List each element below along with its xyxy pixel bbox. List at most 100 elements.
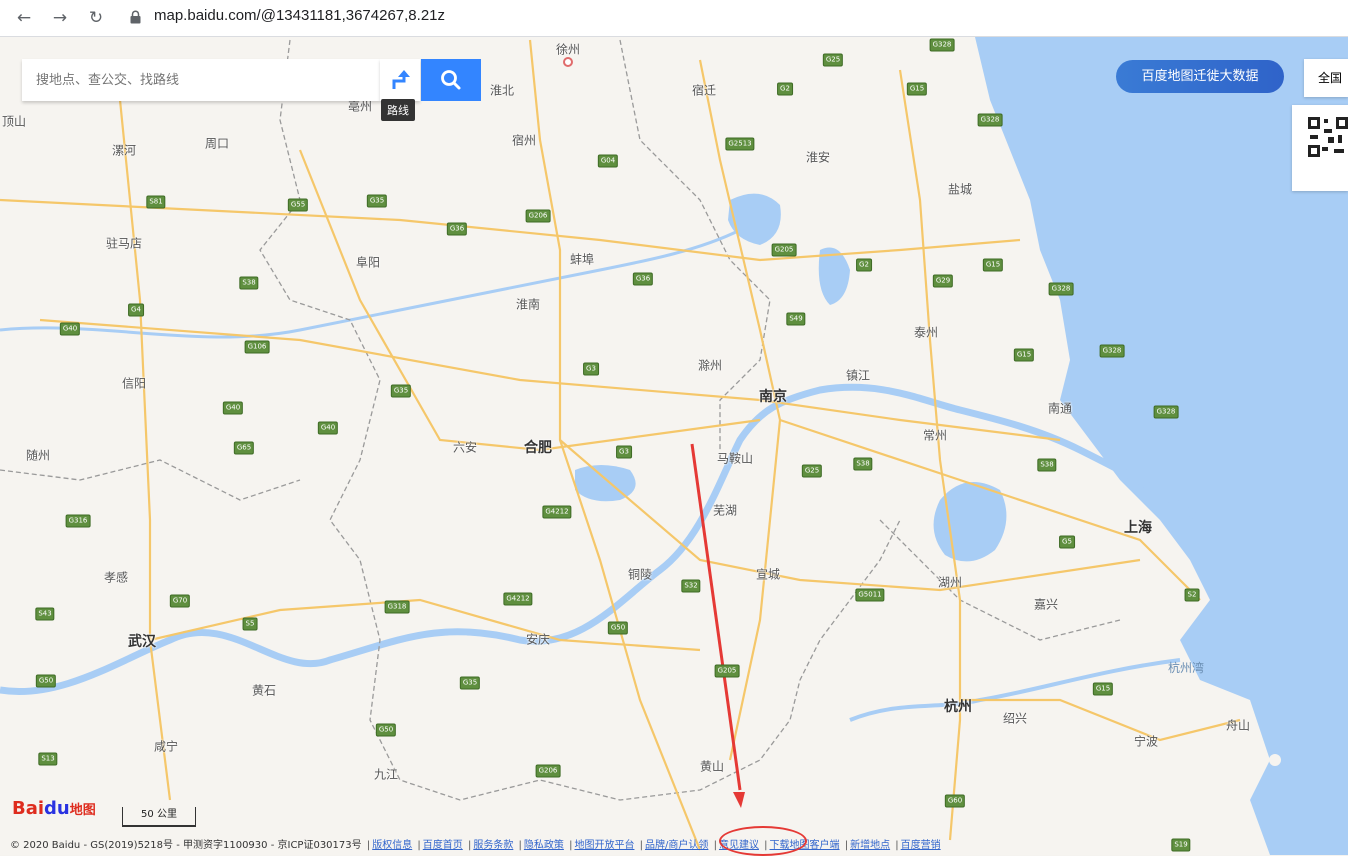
footer-link-baidu-home[interactable]: 百度首页 [423,840,463,851]
city-label[interactable]: 安庆 [526,631,550,648]
footer-link-copyright[interactable]: 版权信息 [372,840,412,851]
city-label[interactable]: 铜陵 [628,566,652,583]
highway-shield: S13 [38,752,58,766]
sea-label: 杭州湾 [1168,661,1205,675]
route-button[interactable] [380,59,420,101]
city-label[interactable]: 常州 [923,427,947,444]
highway-shield: G316 [65,514,91,528]
city-label[interactable]: 宿迁 [692,82,716,99]
city-label[interactable]: 盐城 [948,181,972,198]
city-label[interactable]: 咸宁 [154,738,178,755]
city-label[interactable]: 嘉兴 [1034,596,1058,613]
city-label[interactable]: 镇江 [846,367,870,384]
city-label[interactable]: 合肥 [524,437,552,457]
reload-icon[interactable]: ↻ [84,6,108,30]
highway-shield: G318 [384,600,410,614]
city-label[interactable]: 舟山 [1226,717,1250,734]
highway-shield: G15 [1092,682,1114,696]
highway-shield: S19 [1171,838,1191,852]
back-arrow-icon[interactable]: ← [12,6,36,30]
city-label[interactable]: 驻马店 [106,235,142,252]
highway-shield: G04 [597,154,619,168]
city-label[interactable]: 杭州 [944,696,972,716]
highway-shield: G50 [35,674,57,688]
address-bar[interactable]: map.baidu.com/@13431181,3674267,8.21z [154,7,445,24]
map-scale: 50 公里 [122,807,196,827]
copyright-text: © 2020 Baidu - GS(2019)5218号 - 甲测资字11009… [10,840,362,851]
city-label[interactable]: 九江 [374,766,398,783]
city-label[interactable]: 漯河 [112,142,136,159]
city-label[interactable]: 马鞍山 [717,450,753,467]
city-label[interactable]: 南京 [759,386,787,406]
city-label[interactable]: 湖州 [938,574,962,591]
city-label[interactable]: 黄山 [700,758,724,775]
city-label[interactable]: 孝感 [104,569,128,586]
city-label[interactable]: 顶山 [2,113,26,130]
search-button[interactable] [421,59,481,101]
city-label[interactable]: 阜阳 [356,254,380,271]
city-label[interactable]: 上海 [1124,517,1152,537]
highway-shield: G35 [459,676,481,690]
city-label[interactable]: 周口 [205,135,229,152]
highway-shield: G35 [390,384,412,398]
city-label[interactable]: 蚌埠 [570,251,594,268]
city-label[interactable]: 黄石 [252,682,276,699]
footer-link-merchant-claim[interactable]: 品牌/商户认领 [645,840,708,851]
city-label[interactable]: 芜湖 [713,502,737,519]
highway-shield: G4212 [503,592,533,606]
city-label[interactable]: 南通 [1048,400,1072,417]
footer-link-add-place[interactable]: 新增地点 [850,840,890,851]
highway-shield: G206 [535,764,561,778]
highway-shield: G35 [366,194,388,208]
qr-code-icon [1308,117,1348,157]
forward-arrow-icon[interactable]: → [48,6,72,30]
city-label[interactable]: 淮安 [806,149,830,166]
highway-shield: G328 [929,38,955,52]
city-label[interactable]: 随州 [26,447,50,464]
migration-bigdata-button[interactable]: 百度地图迁徙大数据 [1116,60,1284,93]
highway-shield: S38 [239,276,259,290]
map-canvas[interactable]: 徐州 宿迁 淮北 亳州 宿州 淮安 盐城 漯河 周口 驻马店 阜阳 蚌埠 淮南 … [0,37,1348,855]
highway-shield: G25 [801,464,823,478]
highway-shield: G15 [1013,348,1035,362]
highway-shield: G36 [446,222,468,236]
city-label[interactable]: 武汉 [128,631,156,651]
footer-link-privacy[interactable]: 隐私政策 [524,840,564,851]
logo-du: du [44,798,70,819]
qr-code-panel[interactable] [1292,105,1348,191]
city-label[interactable]: 六安 [453,439,477,456]
city-label[interactable]: 淮南 [516,296,540,313]
logo-ditu: 地图 [69,803,96,818]
city-label[interactable]: 信阳 [122,375,146,392]
highway-shield: G3 [616,445,632,459]
footer-link-terms[interactable]: 服务条款 [473,840,513,851]
highway-shield: G328 [1153,405,1179,419]
highway-shield: G4 [128,303,144,317]
city-label[interactable]: 淮北 [490,82,514,99]
city-label[interactable]: 绍兴 [1003,710,1027,727]
highway-shield: G205 [771,243,797,257]
highway-shield: G70 [169,594,191,608]
footer-link-open-platform[interactable]: 地图开放平台 [574,840,634,851]
search-input[interactable] [34,59,368,101]
city-label[interactable]: 徐州 [556,41,580,58]
region-selector[interactable]: 全国 [1304,59,1348,97]
city-label[interactable]: 滁州 [698,357,722,374]
highway-shield: G206 [525,209,551,223]
highway-shield: G40 [59,322,81,336]
highway-shield: G5011 [855,588,885,602]
city-label[interactable]: 泰州 [914,324,938,341]
browser-toolbar: ← → ↻ map.baidu.com/@13431181,3674267,8.… [0,0,1348,37]
highway-shield: G25 [822,53,844,67]
highway-shield: G50 [375,723,397,737]
highway-shield: S81 [146,195,166,209]
lock-icon [130,10,141,24]
highway-shield: G60 [944,794,966,808]
footer-link-marketing[interactable]: 百度营销 [901,840,941,851]
city-label[interactable]: 宿州 [512,132,536,149]
city-label[interactable]: 宣城 [756,566,780,583]
baidu-map-logo[interactable]: Baidu地图 [12,798,96,819]
city-dot [563,57,573,67]
city-label[interactable]: 宁波 [1134,733,1158,750]
highway-shield: G106 [244,340,270,354]
